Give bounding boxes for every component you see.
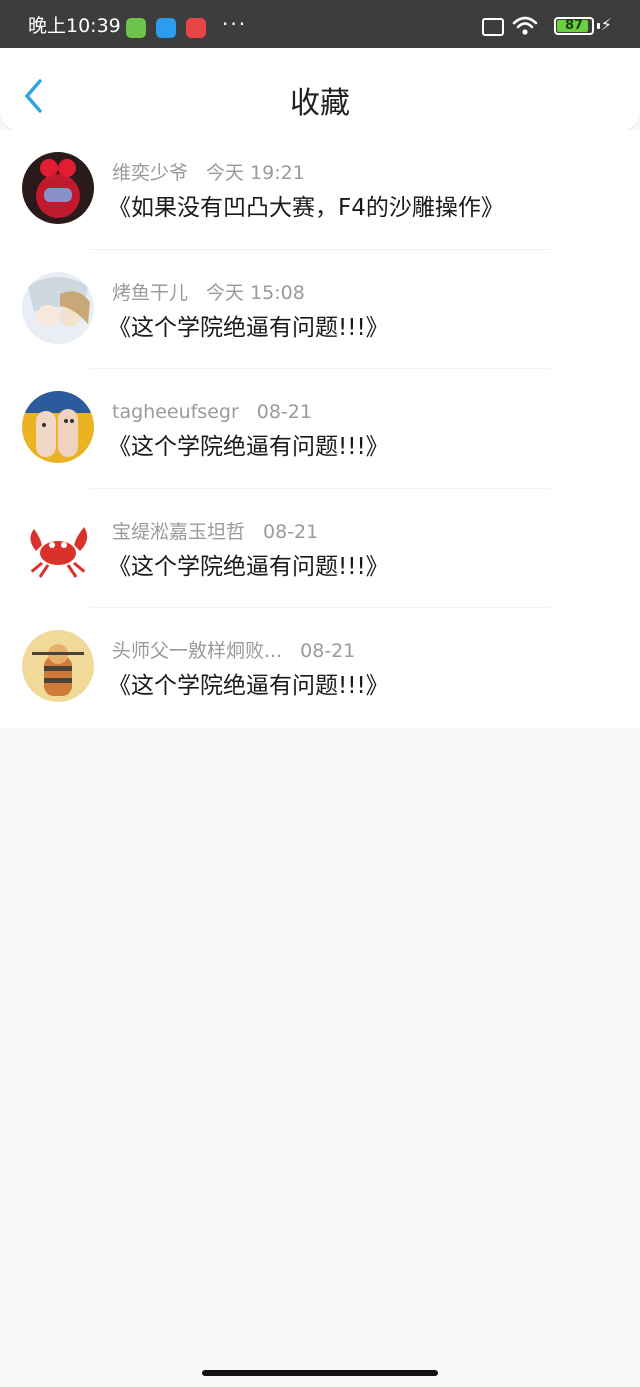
favorite-meta: 宝缇淞嘉玉坦哲 08-21 — [112, 519, 318, 545]
author-name[interactable]: 宝缇淞嘉玉坦哲 — [112, 519, 245, 545]
favorite-item[interactable]: 烤鱼干儿 今天 15:08 《这个学院绝逼有问题!!!》 — [0, 250, 640, 370]
post-date: 08-21 — [256, 401, 312, 424]
favorite-item[interactable]: tagheeufsegr 08-21 《这个学院绝逼有问题!!!》 — [0, 369, 640, 489]
post-title[interactable]: 《这个学院绝逼有问题!!!》 — [108, 312, 389, 344]
store-app-icon — [186, 18, 206, 38]
sim-off-icon — [482, 18, 504, 36]
status-time: 晚上10:39 — [28, 15, 121, 37]
favorite-item[interactable]: 头师父一敫样炯败... 08-21 《这个学院绝逼有问题!!!》 — [0, 608, 640, 728]
download-app-icon — [126, 18, 146, 38]
status-bar: 晚上10:39 ··· 87 ⚡ — [0, 0, 640, 48]
avatar[interactable] — [22, 510, 94, 583]
post-date: 今天 19:21 — [206, 162, 305, 184]
favorite-meta: tagheeufsegr 08-21 — [112, 399, 312, 425]
home-indicator[interactable] — [202, 1370, 438, 1376]
favorite-meta: 头师父一敫样炯败... 08-21 — [112, 638, 355, 664]
more-notifications-icon: ··· — [222, 12, 248, 36]
author-name[interactable]: tagheeufsegr — [112, 399, 239, 425]
post-title[interactable]: 《这个学院绝逼有问题!!!》 — [108, 670, 389, 702]
status-icons: 87 ⚡ — [432, 14, 612, 38]
messenger-app-icon — [156, 18, 176, 38]
avatar[interactable] — [22, 391, 94, 464]
post-date: 08-21 — [300, 640, 356, 663]
author-name[interactable]: 维奕少爷 — [112, 160, 188, 186]
post-title[interactable]: 《这个学院绝逼有问题!!!》 — [108, 431, 389, 463]
post-title[interactable]: 《这个学院绝逼有问题!!!》 — [108, 551, 389, 583]
battery-tip — [597, 23, 600, 29]
charging-icon: ⚡ — [600, 15, 612, 34]
author-name[interactable]: 头师父一敫样炯败... — [112, 638, 282, 664]
wifi-icon — [512, 16, 538, 35]
avatar[interactable] — [22, 152, 94, 224]
battery-icon: 87 — [554, 17, 594, 35]
battery-level: 87 — [564, 18, 584, 33]
author-name[interactable]: 烤鱼干儿 — [112, 280, 188, 306]
favorite-item[interactable]: 维奕少爷 今天 19:21 《如果没有凹凸大赛，F4的沙雕操作》 — [0, 130, 640, 250]
favorite-meta: 维奕少爷 今天 19:21 — [112, 160, 305, 186]
post-date: 今天 15:08 — [206, 281, 305, 304]
post-title[interactable]: 《如果没有凹凸大赛，F4的沙雕操作》 — [108, 192, 504, 224]
favorite-meta: 烤鱼干儿 今天 15:08 — [112, 280, 305, 306]
nav-header: 收藏 — [0, 48, 640, 130]
post-date: 08-21 — [263, 520, 319, 543]
avatar[interactable] — [22, 271, 94, 344]
favorite-item[interactable]: 宝缇淞嘉玉坦哲 08-21 《这个学院绝逼有问题!!!》 — [0, 489, 640, 609]
favorites-list: 维奕少爷 今天 19:21 《如果没有凹凸大赛，F4的沙雕操作》 烤鱼干儿 今天 1… — [0, 130, 640, 728]
avatar[interactable] — [22, 630, 94, 703]
page-title: 收藏 — [290, 86, 350, 121]
